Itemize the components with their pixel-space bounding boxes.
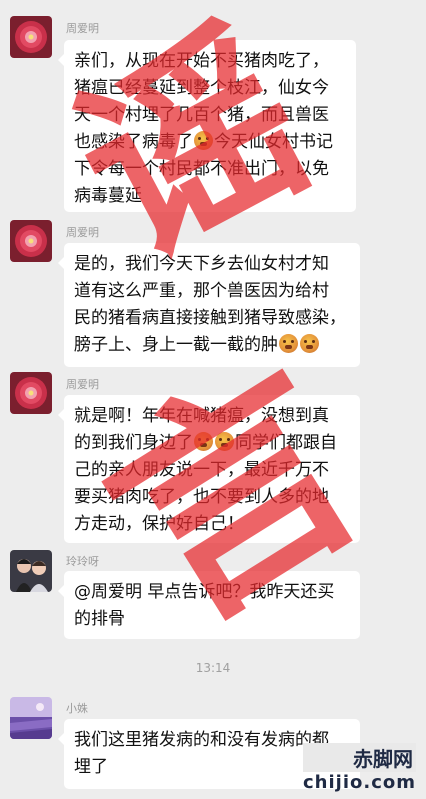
- message-line: 民的猪看病直接接触到猪导致感染，: [74, 308, 346, 328]
- watermark-cn: 赤脚网: [303, 743, 416, 772]
- sender-name: 周爱明: [66, 378, 99, 391]
- avatar-flower-icon[interactable]: [10, 16, 52, 58]
- sender-name: 周爱明: [66, 226, 99, 239]
- emoji-face-icon: [300, 334, 319, 353]
- message-line: 道有这么严重，那个兽医因为给村: [74, 281, 329, 301]
- sender-name: 玲玲呀: [66, 555, 99, 568]
- watermark-en: chijio.com: [303, 772, 416, 793]
- site-watermark: 赤脚网 chijio.com: [303, 743, 416, 793]
- avatar-photo-icon[interactable]: [10, 550, 52, 592]
- emoji-face-icon: [279, 334, 298, 353]
- sender-name: 周爱明: [66, 22, 99, 35]
- avatar-flower-icon[interactable]: [10, 220, 52, 262]
- avatar-flower-icon[interactable]: [10, 372, 52, 414]
- avatar-lavender-icon[interactable]: [10, 697, 52, 739]
- sender-name: 小姝: [66, 702, 88, 715]
